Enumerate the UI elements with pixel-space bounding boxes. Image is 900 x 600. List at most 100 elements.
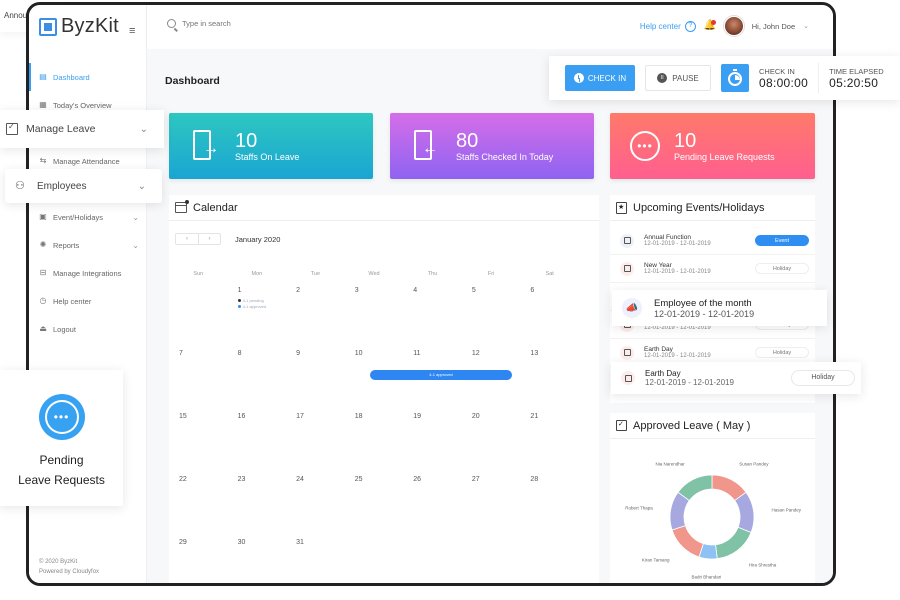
donut-slice-hira-shrestha[interactable] (715, 526, 752, 560)
event-icon: ▣ (39, 212, 47, 221)
calendar-day[interactable]: 28 (520, 470, 579, 533)
calendar-day[interactable]: 22 (169, 470, 228, 533)
calendar-day[interactable]: 24 (286, 470, 345, 533)
avatar[interactable] (723, 16, 744, 36)
calendar-day[interactable]: 4 (403, 281, 462, 344)
calendar-day[interactable]: 31 (286, 533, 345, 583)
overview-icon: ▦ (39, 100, 47, 109)
event-date: 12-01-2019 - 12-01-2019 (645, 378, 734, 387)
donut-slice-kiran-tamang[interactable] (671, 525, 704, 558)
user-greeting[interactable]: Hi, John Doe (752, 22, 795, 31)
sidebar-item-event-holidays[interactable]: ▣ Event/Holidays ⌄ (29, 203, 147, 231)
donut-label: Hasan Pandey (772, 507, 802, 512)
calendar-day (520, 533, 579, 583)
calendar-day[interactable]: 13 (520, 344, 579, 407)
holiday-badge[interactable]: Holiday (791, 370, 855, 386)
sidebar-item-logout[interactable]: ⏏ Logout (29, 315, 147, 343)
calendar-day[interactable]: 23 (228, 470, 287, 533)
calendar-day[interactable]: 8 (228, 344, 287, 407)
sidebar-item-label: Today's Overview (53, 100, 112, 110)
logo[interactable]: ByzKit (39, 15, 119, 38)
day-number: 29 (179, 539, 187, 546)
pending-leave-label: Pending Leave Requests (18, 453, 105, 487)
calendar-day[interactable]: 30 (228, 533, 287, 583)
donut-slice-hasan-pandey[interactable] (734, 491, 755, 533)
floating-employees[interactable]: ⚇ Employees ⌄ (5, 169, 162, 203)
calendar-day[interactable]: 16 (228, 407, 287, 470)
calendar-day[interactable]: 25 (345, 470, 404, 533)
event-dot-icon (237, 305, 241, 308)
help-center-link[interactable]: Help center ? (640, 20, 696, 32)
event-badge[interactable]: Event (755, 235, 809, 246)
day-number: 31 (296, 539, 304, 546)
stopwatch-icon-box (721, 64, 749, 92)
pause-button[interactable]: II PAUSE (645, 65, 711, 91)
calendar-day[interactable]: 20 (462, 407, 521, 470)
calendar-event-marker[interactable]: 4-1 approved (237, 304, 287, 310)
stat-card-staffs-checked-in[interactable]: ← 80 Staffs Checked In Today (390, 113, 594, 179)
approved-leave-header: Approved Leave ( May ) (610, 413, 815, 439)
calendar-grid: Sun Mon Tue Wed Thu Fri Sat 1 4-1 pending 4-1 ap… (169, 271, 579, 583)
prev-month-button[interactable]: ‹ (176, 234, 198, 244)
enter-door-icon: ← (410, 130, 442, 162)
integrations-icon: ⊟ (39, 268, 47, 277)
calendar-day[interactable]: 5 (462, 281, 521, 344)
topbar: Help center ? 🔔 Hi, John Doe ⌄ (147, 5, 833, 49)
screen: ByzKit ≡ ▤Dashboard▦Today's Overview☐Man… (0, 0, 900, 600)
holiday-badge[interactable]: Holiday (755, 263, 809, 274)
calendar-week: 29 30 31 (169, 533, 579, 583)
stat-label: Staffs Checked In Today (456, 152, 554, 162)
calendar-day[interactable]: 17 (286, 407, 345, 470)
search-input[interactable] (182, 19, 302, 28)
approved-leave-donut-chart: Susan Pandey Hasan Pandey Hira Shrestha Bad… (625, 462, 802, 580)
calendar-day[interactable]: 21 (520, 407, 579, 470)
calendar-day[interactable]: 18 (345, 407, 404, 470)
calendar-day[interactable]: 3 (345, 281, 404, 344)
calendar-day[interactable]: 19 (403, 407, 462, 470)
sidebar-item-dashboard[interactable]: ▤ Dashboard (29, 63, 147, 91)
copyright-text: © 2020 ByzKit (39, 559, 78, 565)
day-number: 28 (530, 476, 539, 483)
calendar-day (345, 533, 404, 583)
calendar-day[interactable]: 2 (286, 281, 345, 344)
user-menu-chevron-down-icon[interactable]: ⌄ (803, 22, 809, 30)
notification-bell-icon[interactable]: 🔔 (704, 20, 716, 32)
calendar-day[interactable]: 7 (169, 344, 228, 407)
calendar-day[interactable]: 6 (520, 281, 579, 344)
calendar-day[interactable]: 29 (169, 533, 228, 583)
employees-icon: ⚇ (15, 180, 25, 192)
stat-card-pending-leave[interactable]: ••• 10 Pending Leave Requests (610, 113, 815, 179)
calendar-day[interactable]: 27 (462, 470, 521, 533)
check-in-button[interactable]: CHECK IN (565, 65, 635, 91)
floating-manage-leave[interactable]: Manage Leave ⌄ (0, 110, 164, 148)
calendar-range-event[interactable]: 4-1 approved (370, 370, 512, 380)
divider (818, 63, 820, 93)
calendar-day (403, 533, 462, 583)
sidebar-item-manage-integrations[interactable]: ⊟ Manage Integrations (29, 259, 147, 287)
sidebar-item-label: Reports (53, 240, 80, 250)
next-month-button[interactable]: › (198, 234, 220, 244)
day-number: 21 (530, 413, 539, 420)
holiday-badge[interactable]: Holiday (755, 347, 809, 358)
powered-by-text: Powered by Cloudyfox (39, 569, 100, 575)
calendar-day[interactable]: 26 (403, 470, 462, 533)
event-name: Earth Day (645, 369, 681, 378)
stat-card-staffs-on-leave[interactable]: → 10 Staffs On Leave (169, 113, 373, 179)
calendar-day[interactable]: 9 (286, 344, 345, 407)
calendar-day[interactable]: 15 (169, 407, 228, 470)
day-number: 26 (413, 476, 422, 483)
sidebar-footer: © 2020 ByzKit Powered by Cloudyfox (39, 557, 99, 577)
event-row[interactable]: Annual Function 12-01-2019 - 12-01-2019 Ev… (610, 227, 815, 255)
sidebar-item-reports[interactable]: ✺ Reports ⌄ (29, 231, 147, 259)
floating-employee-of-month[interactable]: 📣 Employee of the month 12-01-2019 - 12-… (612, 290, 827, 326)
calendar-day[interactable]: 1 4-1 pending 4-1 approved (228, 281, 287, 344)
menu-toggle-icon[interactable]: ≡ (129, 25, 139, 37)
event-row[interactable]: New Year 12-01-2019 - 12-01-2019 Holiday (610, 255, 815, 283)
sidebar-item-label: Logout (53, 324, 76, 334)
calendar-icon (175, 200, 189, 213)
floating-earth-day[interactable]: Earth Day 12-01-2019 - 12-01-2019 Holida… (611, 362, 861, 394)
event-date: 12-01-2019 - 12-01-2019 (644, 353, 711, 359)
sidebar-item-help-center[interactable]: ◷ Help center (29, 287, 147, 315)
floating-pending-leave-card[interactable]: ••• Pending Leave Requests (0, 370, 123, 506)
dashboard-icon: ▤ (39, 72, 47, 81)
